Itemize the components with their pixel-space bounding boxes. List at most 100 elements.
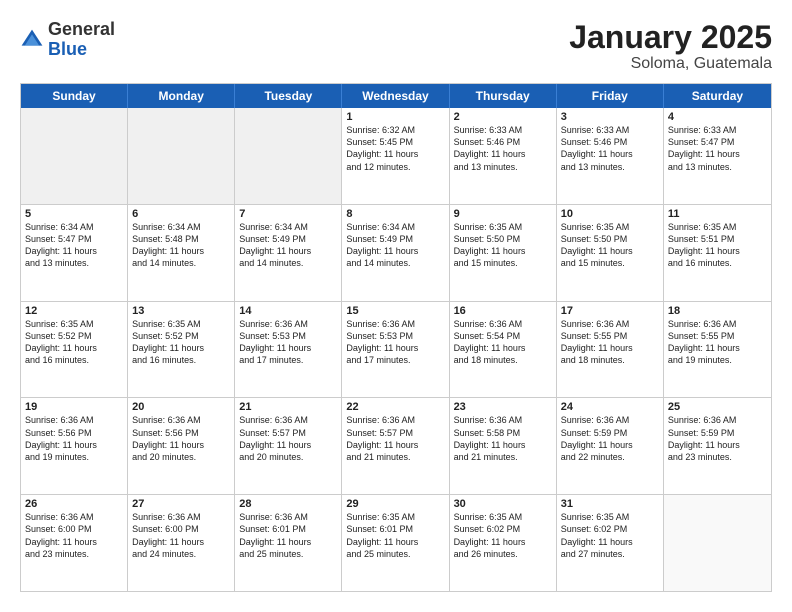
day-number: 28 [239,498,337,510]
cal-cell-3-3: 22Sunrise: 6:36 AM Sunset: 5:57 PM Dayli… [342,398,449,494]
page-title: January 2025 [569,20,772,55]
cal-cell-4-2: 28Sunrise: 6:36 AM Sunset: 6:01 PM Dayli… [235,495,342,591]
cal-cell-4-0: 26Sunrise: 6:36 AM Sunset: 6:00 PM Dayli… [21,495,128,591]
cell-text: Sunrise: 6:36 AM Sunset: 6:00 PM Dayligh… [25,511,123,560]
day-number: 12 [25,305,123,317]
cell-text: Sunrise: 6:36 AM Sunset: 5:58 PM Dayligh… [454,414,552,463]
cal-row-1: 5Sunrise: 6:34 AM Sunset: 5:47 PM Daylig… [21,205,771,302]
cal-row-3: 19 Sunrise: 6:36 AM Sunset: 5:56 PM Dayli… [21,398,771,495]
day-number: 3 [561,111,659,123]
cell-text: Sunrise: 6:36 AM Sunset: 5:55 PM Dayligh… [668,318,767,367]
day-number: 14 [239,305,337,317]
logo-text: General Blue [48,20,115,60]
day-number: 10 [561,208,659,220]
calendar-body: 1Sunrise: 6:32 AM Sunset: 5:45 PM Daylig… [21,108,771,591]
cell-text: Sunrise: 6:36 AM Sunset: 5:57 PM Dayligh… [346,414,444,463]
day-number: 17 [561,305,659,317]
cal-cell-2-4: 16Sunrise: 6:36 AM Sunset: 5:54 PM Dayli… [450,302,557,398]
cal-cell-0-0 [21,108,128,204]
day-number: 1 [346,111,444,123]
cell-text: Sunrise: 6:34 AM Sunset: 5:47 PM Dayligh… [25,221,123,270]
header-saturday: Saturday [664,84,771,108]
day-number: 26 [25,498,123,510]
cell-text: Sunrise: 6:36 AM Sunset: 5:59 PM Dayligh… [561,414,659,463]
day-number: 21 [239,401,337,413]
cell-text: Sunrise: 6:36 AM Sunset: 5:53 PM Dayligh… [346,318,444,367]
logo-general: General [48,19,115,39]
cell-text: Sunrise: 6:35 AM Sunset: 6:01 PM Dayligh… [346,511,444,560]
cal-cell-1-2: 7Sunrise: 6:34 AM Sunset: 5:49 PM Daylig… [235,205,342,301]
cell-text: Sunrise: 6:35 AM Sunset: 5:52 PM Dayligh… [132,318,230,367]
cal-cell-2-5: 17Sunrise: 6:36 AM Sunset: 5:55 PM Dayli… [557,302,664,398]
header-tuesday: Tuesday [235,84,342,108]
day-number: 6 [132,208,230,220]
day-number: 18 [668,305,767,317]
cell-text: Sunrise: 6:35 AM Sunset: 5:50 PM Dayligh… [561,221,659,270]
day-number: 25 [668,401,767,413]
calendar-header: Sunday Monday Tuesday Wednesday Thursday… [21,84,771,108]
cal-row-4: 26Sunrise: 6:36 AM Sunset: 6:00 PM Dayli… [21,495,771,591]
day-number: 31 [561,498,659,510]
cell-text: Sunrise: 6:36 AM Sunset: 5:56 PM Dayligh… [132,414,230,463]
cell-text: Sunrise: 6:33 AM Sunset: 5:46 PM Dayligh… [454,124,552,173]
day-number: 2 [454,111,552,123]
cal-cell-3-1: 20Sunrise: 6:36 AM Sunset: 5:56 PM Dayli… [128,398,235,494]
day-number: 30 [454,498,552,510]
cal-cell-3-0: 19Sunrise: 6:36 AM Sunset: 5:56 PM Dayli… [21,398,128,494]
header-monday: Monday [128,84,235,108]
day-number: 8 [346,208,444,220]
cell-text: Sunrise: 6:35 AM Sunset: 5:51 PM Dayligh… [668,221,767,270]
cal-cell-2-6: 18Sunrise: 6:36 AM Sunset: 5:55 PM Dayli… [664,302,771,398]
cell-text: Sunrise: 6:36 AM Sunset: 5:55 PM Dayligh… [561,318,659,367]
title-block: January 2025 Soloma, Guatemala [569,20,772,73]
cell-text: Sunrise: 6:36 AM Sunset: 5:59 PM Dayligh… [668,414,767,463]
day-number: 16 [454,305,552,317]
header-friday: Friday [557,84,664,108]
logo-blue: Blue [48,39,87,59]
cell-text: Sunrise: 6:35 AM Sunset: 6:02 PM Dayligh… [561,511,659,560]
cell-text: Sunrise: 6:35 AM Sunset: 5:50 PM Dayligh… [454,221,552,270]
cal-cell-4-5: 31Sunrise: 6:35 AM Sunset: 6:02 PM Dayli… [557,495,664,591]
cell-text: Sunrise: 6:33 AM Sunset: 5:46 PM Dayligh… [561,124,659,173]
cal-cell-4-6 [664,495,771,591]
cal-cell-0-6: 4Sunrise: 6:33 AM Sunset: 5:47 PM Daylig… [664,108,771,204]
cal-cell-3-6: 25Sunrise: 6:36 AM Sunset: 5:59 PM Dayli… [664,398,771,494]
day-number: 27 [132,498,230,510]
day-number: 20 [132,401,230,413]
day-number: 23 [454,401,552,413]
cal-cell-3-4: 23Sunrise: 6:36 AM Sunset: 5:58 PM Dayli… [450,398,557,494]
page: General Blue January 2025 Soloma, Guatem… [0,0,792,612]
cell-text: Sunrise: 6:36 AM Sunset: 5:53 PM Dayligh… [239,318,337,367]
cal-cell-0-3: 1Sunrise: 6:32 AM Sunset: 5:45 PM Daylig… [342,108,449,204]
day-number: 29 [346,498,444,510]
day-number: 9 [454,208,552,220]
day-number: 13 [132,305,230,317]
cal-cell-1-3: 8Sunrise: 6:34 AM Sunset: 5:49 PM Daylig… [342,205,449,301]
header-sunday: Sunday [21,84,128,108]
cal-cell-1-5: 10Sunrise: 6:35 AM Sunset: 5:50 PM Dayli… [557,205,664,301]
cal-cell-2-1: 13Sunrise: 6:35 AM Sunset: 5:52 PM Dayli… [128,302,235,398]
cell-text: Sunrise: 6:35 AM Sunset: 5:52 PM Dayligh… [25,318,123,367]
day-number: 24 [561,401,659,413]
cell-text: Sunrise: 6:36 AM Sunset: 5:57 PM Dayligh… [239,414,337,463]
logo-icon [20,28,44,52]
cell-text: Sunrise: 6:36 AM Sunset: 6:01 PM Dayligh… [239,511,337,560]
cell-text: Sunrise: 6:34 AM Sunset: 5:48 PM Dayligh… [132,221,230,270]
day-number: 22 [346,401,444,413]
cell-text: Sunrise: 6:33 AM Sunset: 5:47 PM Dayligh… [668,124,767,173]
header-wednesday: Wednesday [342,84,449,108]
cal-cell-1-0: 5Sunrise: 6:34 AM Sunset: 5:47 PM Daylig… [21,205,128,301]
day-number: 15 [346,305,444,317]
day-number: 5 [25,208,123,220]
cell-text: Sunrise: 6:34 AM Sunset: 5:49 PM Dayligh… [239,221,337,270]
cell-text: Sunrise: 6:32 AM Sunset: 5:45 PM Dayligh… [346,124,444,173]
cal-cell-2-3: 15Sunrise: 6:36 AM Sunset: 5:53 PM Dayli… [342,302,449,398]
cal-cell-0-4: 2Sunrise: 6:33 AM Sunset: 5:46 PM Daylig… [450,108,557,204]
day-number: 4 [668,111,767,123]
cell-text: Sunrise: 6:35 AM Sunset: 6:02 PM Dayligh… [454,511,552,560]
cal-cell-0-2 [235,108,342,204]
header-thursday: Thursday [450,84,557,108]
cal-cell-3-5: 24Sunrise: 6:36 AM Sunset: 5:59 PM Dayli… [557,398,664,494]
day-number: 19 [25,401,123,413]
cell-text: Sunrise: 6:36 AM Sunset: 6:00 PM Dayligh… [132,511,230,560]
